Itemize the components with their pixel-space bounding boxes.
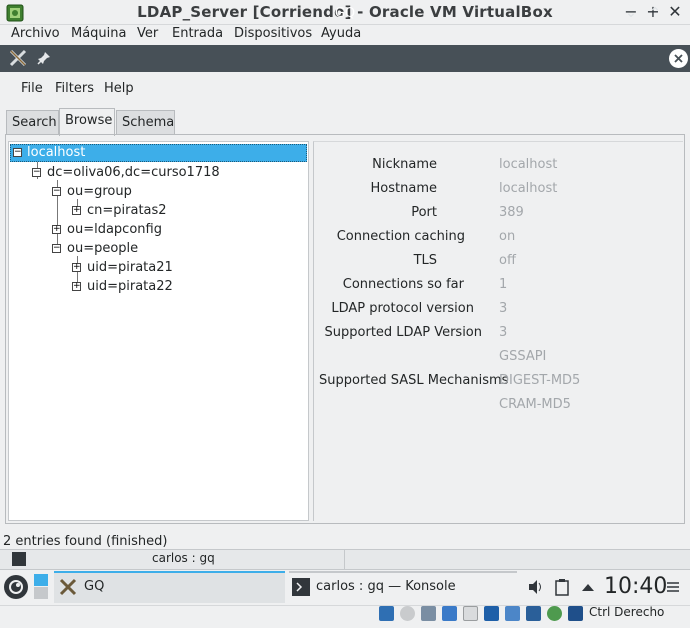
network-icon[interactable] xyxy=(442,606,457,621)
menu-help[interactable]: Help xyxy=(104,81,134,96)
sasl-value-gssapi: GSSAPI xyxy=(499,349,547,364)
tray-expand-icon[interactable] xyxy=(580,580,596,594)
sasl-value-digest-md5: DIGEST-MD5 xyxy=(499,373,581,388)
cpu-activity-icon[interactable] xyxy=(547,606,562,621)
expand-toggle-icon[interactable]: + xyxy=(72,263,81,272)
menu-ayuda[interactable]: Ayuda xyxy=(321,26,361,41)
menu-filters[interactable]: Filters xyxy=(55,81,94,96)
video-capture-icon[interactable] xyxy=(526,606,541,621)
tree-item-label: ou=ldapconfig xyxy=(67,222,162,237)
supported-ldap-label: Supported LDAP Version xyxy=(324,325,482,340)
pin-icon[interactable] xyxy=(36,50,52,66)
clipboard-icon[interactable] xyxy=(554,578,570,596)
background-window-title: carlos : gq xyxy=(152,551,215,565)
panel-menu-icon[interactable] xyxy=(666,580,680,594)
volume-icon[interactable] xyxy=(527,579,545,595)
hard-disk-icon[interactable] xyxy=(379,606,394,621)
chevron-down-icon[interactable]: ⌄ xyxy=(622,4,640,22)
expand-toggle-icon[interactable]: + xyxy=(72,206,81,215)
tls-label: TLS xyxy=(413,253,437,268)
usb-icon[interactable] xyxy=(463,606,478,621)
terminal-icon xyxy=(12,552,26,566)
tab-schema[interactable]: Schema xyxy=(116,110,175,135)
keyboard-capture-icon[interactable] xyxy=(568,606,583,621)
tab-search[interactable]: Search xyxy=(6,110,59,135)
nickname-value: localhost xyxy=(499,157,558,172)
display-icon[interactable] xyxy=(505,606,520,621)
expand-toggle-icon[interactable]: + xyxy=(52,225,61,234)
expand-toggle-icon[interactable]: + xyxy=(72,282,81,291)
port-value: 389 xyxy=(499,205,524,220)
tree-panel[interactable] xyxy=(8,141,309,521)
gq-close-button[interactable] xyxy=(669,49,688,68)
status-text: 2 entries found (finished) xyxy=(3,534,168,549)
connections-label: Connections so far xyxy=(342,277,464,292)
collapse-toggle-icon[interactable]: − xyxy=(13,148,22,157)
tree-item-label: uid=pirata22 xyxy=(87,279,173,294)
gq-window-title: GQ xyxy=(334,6,356,21)
sasl-value-cram-md5: CRAM-MD5 xyxy=(499,397,571,412)
sasl-label: Supported SASL Mechanisms xyxy=(319,373,509,388)
tree-item-label: uid=pirata21 xyxy=(87,260,173,275)
tree-item-label: dc=oliva06,dc=curso1718 xyxy=(47,165,220,180)
tree-item-label: cn=piratas2 xyxy=(87,203,167,218)
clock[interactable]: 10:40 xyxy=(604,574,667,599)
optical-drive-icon[interactable] xyxy=(400,606,415,621)
virtual-desktop-2[interactable] xyxy=(34,587,48,599)
konsole-task-icon xyxy=(292,578,310,596)
tree-item-label: ou=people xyxy=(67,241,139,256)
ldap-protocol-label: LDAP protocol version xyxy=(331,301,474,316)
collapse-toggle-icon[interactable]: − xyxy=(52,187,61,196)
ldap-protocol-value: 3 xyxy=(499,301,508,316)
connection-caching-label: Connection caching xyxy=(336,229,465,244)
app-launcher-icon[interactable] xyxy=(4,575,28,599)
tls-value: off xyxy=(499,253,516,268)
menu-dispositivos[interactable]: Dispositivos xyxy=(234,26,312,41)
chevron-up-icon[interactable]: ⌃ xyxy=(646,4,664,22)
virtual-desktop-1[interactable] xyxy=(34,574,48,586)
menu-maquina[interactable]: Máquina xyxy=(71,26,127,41)
menu-entrada[interactable]: Entrada xyxy=(172,26,223,41)
nickname-label: Nickname xyxy=(372,157,437,172)
task-gq-label: GQ xyxy=(84,579,105,594)
audio-icon[interactable] xyxy=(421,606,436,621)
task-konsole-label: carlos : gq — Konsole xyxy=(316,579,456,594)
tree-item-label: localhost xyxy=(27,145,86,160)
menu-archivo[interactable]: Archivo xyxy=(11,26,60,41)
shared-folders-icon[interactable] xyxy=(484,606,499,621)
connection-caching-value: on xyxy=(499,229,516,244)
gq-task-icon xyxy=(58,577,78,597)
gq-titlebar xyxy=(0,45,690,72)
tab-browse[interactable]: Browse xyxy=(59,108,115,136)
tree-item-label: ou=group xyxy=(67,184,132,199)
collapse-toggle-icon[interactable]: − xyxy=(32,168,41,177)
gq-app-icon[interactable] xyxy=(8,48,28,68)
host-key-label: Ctrl Derecho xyxy=(589,605,665,619)
vbox-statusbar xyxy=(0,605,690,628)
hostname-value: localhost xyxy=(499,181,558,196)
hostname-label: Hostname xyxy=(370,181,437,196)
collapse-toggle-icon[interactable]: − xyxy=(52,244,61,253)
menu-file[interactable]: File xyxy=(21,81,43,96)
connections-value: 1 xyxy=(499,277,508,292)
supported-ldap-value: 3 xyxy=(499,325,508,340)
menu-ver[interactable]: Ver xyxy=(137,26,158,41)
port-label: Port xyxy=(411,205,437,220)
